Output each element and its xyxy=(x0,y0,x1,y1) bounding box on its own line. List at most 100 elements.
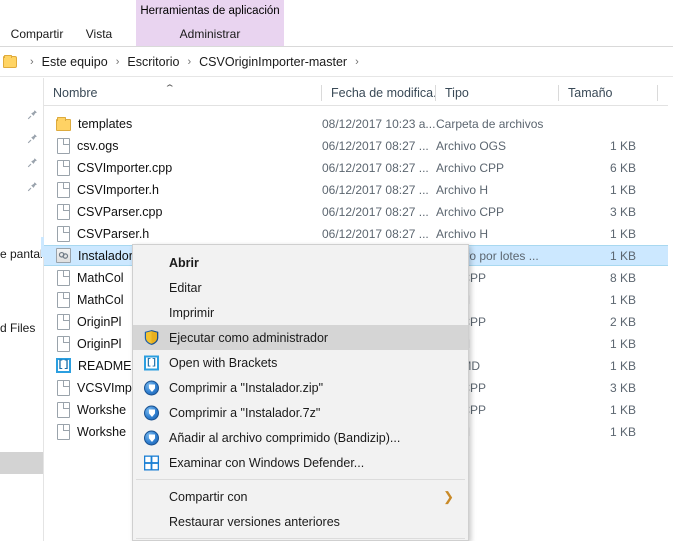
file-name-cell[interactable]: CSVParser.cpp xyxy=(44,201,322,222)
nav-item-3[interactable] xyxy=(0,152,43,172)
file-name-label: README xyxy=(78,358,132,373)
file-date-cell: 08/12/2017 10:23 a... xyxy=(322,116,436,131)
file-name-cell[interactable]: CSVImporter.cpp xyxy=(44,157,322,178)
column-header-nombre[interactable]: Nombre xyxy=(44,80,322,106)
file-size-cell xyxy=(540,113,636,134)
column-header-tipo-label: Tipo xyxy=(445,86,469,100)
column-header-fecha[interactable]: Fecha de modifica... xyxy=(322,80,436,106)
batch-file-icon xyxy=(56,248,71,263)
column-header-tipo[interactable]: Tipo xyxy=(436,80,559,106)
file-size-cell: 1 KB xyxy=(609,292,636,307)
table-row[interactable]: CSVImporter.cpp 06/12/2017 08:27 ... Arc… xyxy=(44,157,673,178)
context-menu: Abrir Editar Imprimir Ejecutar como admi… xyxy=(132,244,469,541)
chevron-right-icon: ❯ xyxy=(443,488,454,504)
context-menu-item-comprimir-zip[interactable]: Comprimir a "Instalador.zip" xyxy=(133,375,468,400)
file-name-cell[interactable]: CSVImporter.h xyxy=(44,179,322,200)
tab-compartir-label: Compartir xyxy=(10,27,64,41)
context-menu-item-abrir[interactable]: Abrir xyxy=(133,250,468,275)
table-row[interactable]: CSVImporter.h 06/12/2017 08:27 ... Archi… xyxy=(44,179,673,200)
breadcrumb-separator-1: › xyxy=(115,56,120,68)
folder-icon xyxy=(56,116,71,131)
nav-item-pantalla[interactable]: e pantall xyxy=(0,244,44,264)
file-date-cell: 06/12/2017 08:27 ... xyxy=(322,226,429,241)
file-name-label: OriginPl xyxy=(77,314,122,329)
pin-icon xyxy=(27,157,38,168)
breadcrumb-item-este-equipo[interactable]: Este equipo xyxy=(40,55,110,69)
file-icon xyxy=(57,379,70,396)
context-menu-item-imprimir[interactable]: Imprimir xyxy=(133,300,468,325)
nav-item-1[interactable] xyxy=(0,104,43,124)
file-name-label: CSVImporter.cpp xyxy=(77,160,173,175)
tab-administrar[interactable]: Administrar xyxy=(136,22,284,46)
file-name-label: CSVParser.cpp xyxy=(77,204,163,219)
file-date-cell: 06/12/2017 08:27 ... xyxy=(322,138,429,153)
navigation-pane[interactable]: o e pantall xyxy=(0,78,44,541)
context-menu-item-editar[interactable]: Editar xyxy=(133,275,468,300)
address-bar[interactable]: › Este equipo › Escritorio › CSVOriginIm… xyxy=(0,47,673,77)
file-name-cell[interactable]: csv.ogs xyxy=(44,135,322,156)
table-row[interactable]: CSVParser.h 06/12/2017 08:27 ... Archivo… xyxy=(44,223,673,244)
breadcrumb[interactable]: › Este equipo › Escritorio › CSVOriginIm… xyxy=(0,51,673,73)
file-name-cell[interactable]: templates xyxy=(44,113,322,134)
context-menu-item-label: Añadir al archivo comprimido (Bandizip).… xyxy=(169,430,401,445)
file-list-right-edge xyxy=(668,80,673,541)
brackets-icon: [] xyxy=(56,358,71,373)
column-header-nombre-label: Nombre xyxy=(53,86,98,100)
table-row[interactable]: templates 08/12/2017 10:23 a... Carpeta … xyxy=(44,113,673,134)
ribbon-tab-strip: Herramientas de aplicación Compartir Vis… xyxy=(0,0,673,68)
context-menu-item-restaurar-versiones-anteriores[interactable]: Restaurar versiones anteriores xyxy=(133,509,468,534)
file-icon xyxy=(57,181,70,198)
breadcrumb-item-csvoriginimporter-master[interactable]: CSVOriginImporter-master xyxy=(197,55,349,69)
file-size-cell: 1 KB xyxy=(609,358,636,373)
context-menu-separator-1 xyxy=(136,479,465,480)
file-date-cell: 06/12/2017 08:27 ... xyxy=(322,204,429,219)
context-menu-item-compartir-con[interactable]: Compartir con ❯ xyxy=(133,484,468,509)
context-menu-item-label: Open with Brackets xyxy=(169,355,278,370)
file-name-label: Instalador xyxy=(78,248,133,263)
nav-item-0[interactable]: o xyxy=(0,80,43,100)
address-bar-bottom-border xyxy=(0,76,673,77)
file-name-label: Workshe xyxy=(77,424,127,439)
file-name-label: MathCol xyxy=(77,292,124,307)
nav-item-files[interactable]: d Files xyxy=(0,318,43,338)
nav-item-label-6: d Files xyxy=(0,321,36,335)
file-icon xyxy=(57,159,70,176)
file-size-cell: 1 KB xyxy=(609,336,636,351)
nav-item-2[interactable] xyxy=(0,128,43,148)
context-menu-item-ejecutar-como-administrador[interactable]: Ejecutar como administrador xyxy=(133,325,468,350)
column-divider-4[interactable] xyxy=(657,85,658,101)
file-name-cell[interactable]: CSVParser.h xyxy=(44,223,322,244)
file-icon xyxy=(57,335,70,352)
context-menu-item-examinar-windows-defender[interactable]: Examinar con Windows Defender... xyxy=(133,450,468,475)
nav-item-label-5: e pantall xyxy=(0,247,44,261)
context-menu-item-label: Restaurar versiones anteriores xyxy=(169,514,340,529)
context-menu-item-anadir-archivo-comprimido[interactable]: Añadir al archivo comprimido (Bandizip).… xyxy=(133,425,468,450)
file-icon xyxy=(57,225,70,242)
pin-icon xyxy=(27,133,38,144)
file-name-label: OriginPl xyxy=(77,336,122,351)
file-icon xyxy=(57,137,70,154)
breadcrumb-item-escritorio[interactable]: Escritorio xyxy=(125,55,181,69)
file-icon xyxy=(57,401,70,418)
table-row[interactable]: CSVParser.cpp 06/12/2017 08:27 ... Archi… xyxy=(44,201,673,222)
tab-vista[interactable]: Vista xyxy=(74,22,124,46)
file-size-cell: 1 KB xyxy=(609,138,636,153)
bandizip-icon xyxy=(143,404,160,421)
tab-administrar-label: Administrar xyxy=(179,27,241,41)
navigation-pane-scroll-thumb[interactable] xyxy=(0,452,43,474)
context-menu-item-open-with-brackets[interactable]: [] Open with Brackets xyxy=(133,350,468,375)
table-row[interactable]: csv.ogs 06/12/2017 08:27 ... Archivo OGS… xyxy=(44,135,673,156)
file-list-header: Nombre ⌃ Fecha de modifica... Tipo Tamañ… xyxy=(44,80,673,106)
context-menu-item-label: Compartir con xyxy=(169,489,248,504)
bandizip-icon xyxy=(143,429,160,446)
context-menu-item-comprimir-7z[interactable]: Comprimir a "Instalador.7z" xyxy=(133,400,468,425)
nav-item-4[interactable] xyxy=(0,176,43,196)
file-size-cell: 1 KB xyxy=(609,248,636,263)
column-header-tamano[interactable]: Tamaño xyxy=(559,80,657,106)
file-name-label: CSVParser.h xyxy=(77,226,150,241)
tab-compartir[interactable]: Compartir xyxy=(6,22,68,46)
file-date-cell: 06/12/2017 08:27 ... xyxy=(322,160,429,175)
shield-icon xyxy=(143,329,160,346)
column-header-tamano-label: Tamaño xyxy=(568,86,613,100)
file-icon xyxy=(57,269,70,286)
